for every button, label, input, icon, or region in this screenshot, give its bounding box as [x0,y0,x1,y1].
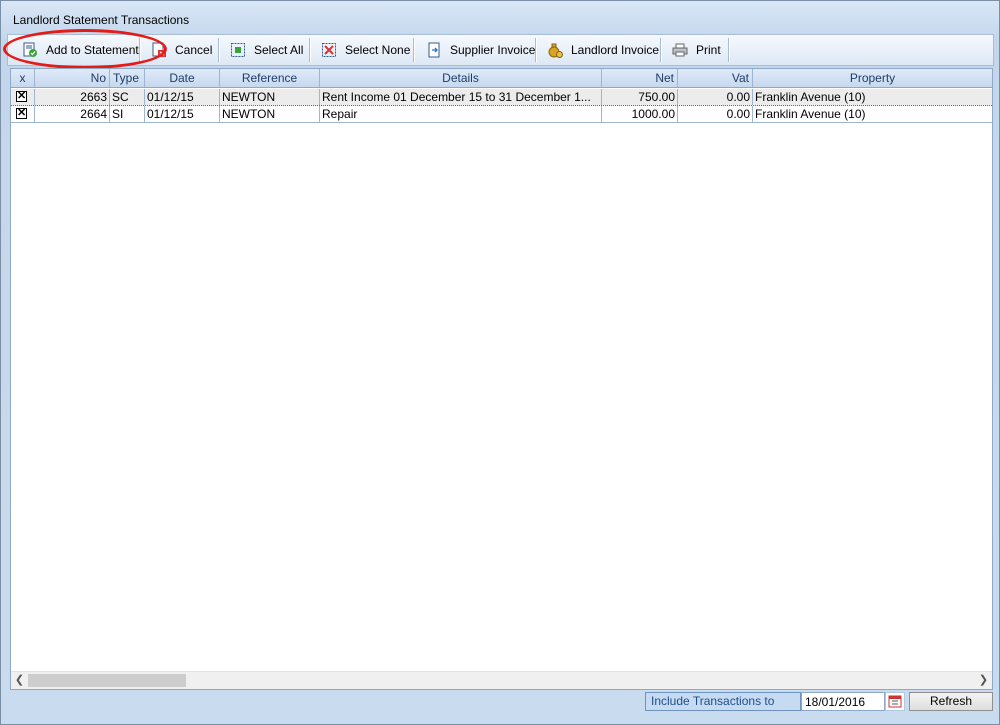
column-header-select[interactable]: x [11,69,35,87]
cell-no: 2664 [35,106,110,122]
column-header-vat[interactable]: Vat [678,69,753,87]
column-header-details[interactable]: Details [320,69,602,87]
column-header-date[interactable]: Date [145,69,220,87]
column-header-property[interactable]: Property [753,69,992,87]
calendar-button[interactable] [885,692,905,711]
select-none-label: Select None [345,43,411,57]
printer-icon [672,42,688,58]
window-title: Landlord Statement Transactions [13,13,190,27]
cell-type: SC [110,89,145,105]
supplier-invoice-button[interactable]: Supplier Invoice [426,35,535,65]
table-row[interactable]: ✕ 2664 SI 01/12/15 NEWTON Repair 1000.00… [11,106,992,123]
cancel-icon [151,42,167,58]
select-none-icon [321,42,337,58]
app-window: Landlord Statement Transactions Add to S… [0,0,1000,725]
scroll-left-icon[interactable]: ❮ [11,672,28,689]
landlord-invoice-label: Landlord Invoice [571,43,660,57]
calendar-icon [886,695,904,713]
select-all-button[interactable]: Select All [230,35,303,65]
column-header-no[interactable]: No [35,69,110,87]
cell-date: 01/12/15 [145,106,220,122]
print-label: Print [696,43,721,57]
money-bag-icon [547,42,563,58]
cell-reference: NEWTON [220,89,320,105]
column-header-net[interactable]: Net [602,69,678,87]
print-button[interactable]: Print [672,35,721,65]
include-transactions-label: Include Transactions to [645,692,801,711]
row-checkbox[interactable]: ✕ [16,108,27,119]
row-select-cell[interactable]: ✕ [11,89,35,105]
toolbar-separator [660,38,661,62]
cell-net: 1000.00 [602,106,678,122]
supplier-invoice-label: Supplier Invoice [450,43,536,57]
cell-details: Repair [320,106,602,122]
cell-net: 750.00 [602,89,678,105]
transactions-grid: x No Type Date Reference Details Net Vat… [10,68,993,690]
footer-bar: Include Transactions to Refresh [10,691,993,713]
title-bar: Landlord Statement Transactions [2,1,998,33]
cell-no: 2663 [35,89,110,105]
landlord-invoice-button[interactable]: Landlord Invoice [547,35,659,65]
select-none-button[interactable]: Select None [321,35,410,65]
add-document-icon [22,42,38,58]
cell-vat: 0.00 [678,89,753,105]
column-header-reference[interactable]: Reference [220,69,320,87]
toolbar-separator [139,38,140,62]
add-to-statement-button[interactable]: Add to Statement [22,35,139,65]
scroll-right-icon[interactable]: ❯ [975,672,992,689]
scrollbar-thumb[interactable] [28,674,186,687]
toolbar-separator [535,38,536,62]
add-to-statement-label: Add to Statement [46,43,139,57]
select-all-icon [230,42,246,58]
row-checkbox[interactable]: ✕ [16,91,27,102]
cell-type: SI [110,106,145,122]
toolbar-separator [309,38,310,62]
cell-details: Rent Income 01 December 15 to 31 Decembe… [320,89,602,105]
horizontal-scrollbar[interactable]: ❮ ❯ [11,671,992,689]
toolbar-separator [413,38,414,62]
select-all-label: Select All [254,43,304,57]
grid-header: x No Type Date Reference Details Net Vat… [11,69,992,88]
cell-vat: 0.00 [678,106,753,122]
include-date-field[interactable] [801,692,885,711]
cell-reference: NEWTON [220,106,320,122]
cell-property: Franklin Avenue (10) [755,90,866,104]
refresh-button[interactable]: Refresh [909,692,993,711]
column-header-type[interactable]: Type [110,69,145,87]
table-row[interactable]: ✕ 2663 SC 01/12/15 NEWTON Rent Income 01… [11,89,992,106]
toolbar-separator [218,38,219,62]
row-select-cell[interactable]: ✕ [11,106,35,122]
cell-date: 01/12/15 [145,89,220,105]
invoice-icon [426,42,442,58]
cancel-label: Cancel [175,43,213,57]
toolbar-separator [728,38,729,62]
cancel-button[interactable]: Cancel [151,35,212,65]
toolbar: Add to Statement Cancel Select All Selec… [7,34,994,66]
cell-property: Franklin Avenue (10) [755,107,866,121]
